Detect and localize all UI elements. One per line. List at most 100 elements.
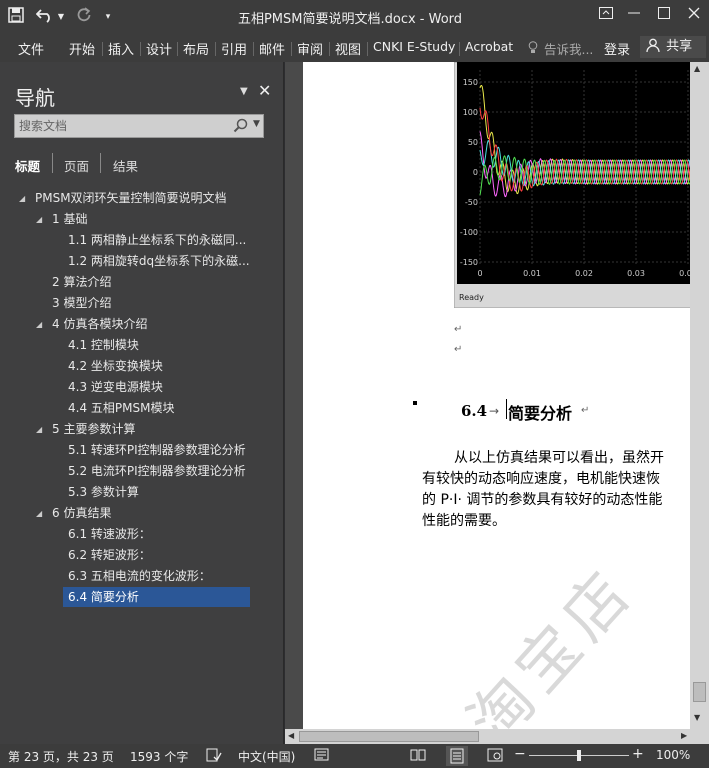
- heading-tree-item[interactable]: 5.3 参数计算: [68, 482, 139, 502]
- nav-options-icon[interactable]: ▼: [240, 86, 248, 97]
- tab-divider: [253, 42, 254, 56]
- collapse-arrow-icon[interactable]: ◢: [36, 215, 42, 224]
- zoom-level[interactable]: 100%: [656, 748, 690, 762]
- document-area: 150 100 50 0 -50 -100 -150 0 0.01 0.02 0.03 0.04 R…: [285, 62, 709, 744]
- undo-icon[interactable]: [34, 7, 56, 27]
- heading-tree-item[interactable]: 4.4 五相PMSM模块: [68, 398, 174, 418]
- proofing-icon[interactable]: [206, 748, 222, 765]
- tell-me-box[interactable]: 告诉我...: [528, 39, 593, 58]
- paragraph-mark: ↵: [454, 344, 463, 355]
- undo-dropdown-icon[interactable]: ▼: [56, 7, 66, 27]
- nav-tab-headings[interactable]: 标题: [15, 156, 40, 175]
- word-count[interactable]: 1593 个字: [130, 748, 188, 765]
- tab-divider: [177, 42, 178, 56]
- zoom-slider-thumb[interactable]: [577, 750, 581, 761]
- print-layout-icon[interactable]: [446, 746, 468, 766]
- horizontal-scroll-thumb[interactable]: [299, 731, 479, 742]
- tab-mailings[interactable]: 邮件: [259, 39, 285, 58]
- maximize-icon[interactable]: [652, 6, 676, 26]
- tab-insert[interactable]: 插入: [108, 39, 134, 58]
- scope-y-tick-label: 0: [473, 168, 478, 177]
- nav-title: 导航: [15, 86, 55, 110]
- customize-qat-icon[interactable]: ▾: [100, 7, 116, 27]
- search-dropdown-icon[interactable]: ▼: [253, 119, 260, 129]
- heading-tree-item[interactable]: 1 基础: [52, 209, 87, 229]
- scope-y-tick-label: 100: [463, 108, 478, 117]
- title-bar: ▼ ▾ 五相PMSM简要说明文档.docx - Word: [0, 0, 709, 34]
- scroll-left-icon[interactable]: ◀: [288, 731, 294, 740]
- read-mode-icon[interactable]: [410, 748, 426, 765]
- heading-tree-item[interactable]: 6.1 转速波形：: [68, 524, 151, 544]
- scope-y-tick-label: -50: [465, 198, 478, 207]
- tab-divider: [140, 42, 141, 56]
- ribbon-display-icon[interactable]: [594, 6, 618, 26]
- scroll-up-icon[interactable]: ▲: [694, 64, 700, 73]
- login-button[interactable]: 登录: [604, 39, 630, 58]
- scope-status: Ready: [459, 293, 484, 302]
- heading-tree-item[interactable]: 4.1 控制模块: [68, 335, 139, 355]
- heading-tree-item[interactable]: 3 模型介绍: [52, 293, 111, 313]
- tab-home[interactable]: 开始: [69, 39, 95, 58]
- minimize-icon[interactable]: [622, 6, 646, 26]
- heading-tree-item[interactable]: 6 仿真结果: [52, 503, 111, 523]
- macro-icon[interactable]: [314, 748, 330, 765]
- zoom-out-icon[interactable]: −: [514, 746, 526, 762]
- save-icon[interactable]: [6, 7, 26, 27]
- document-title: 五相PMSM简要说明文档.docx - Word: [237, 12, 463, 27]
- share-label: 共享: [666, 39, 693, 54]
- tab-file[interactable]: 文件: [18, 39, 44, 58]
- scope-y-tick-label: 50: [468, 138, 478, 147]
- heading-tree-item[interactable]: 2 算法介绍: [52, 272, 111, 292]
- web-layout-icon[interactable]: [487, 748, 503, 765]
- nav-tab-pages[interactable]: 页面: [64, 156, 89, 175]
- tab-divider: [459, 42, 460, 56]
- tab-review[interactable]: 审阅: [297, 39, 323, 58]
- zoom-in-icon[interactable]: +: [632, 746, 644, 762]
- collapse-arrow-icon[interactable]: ◢: [19, 194, 25, 203]
- heading-tree-item[interactable]: PMSM双闭环矢量控制简要说明文档: [35, 188, 227, 208]
- tab-acrobat[interactable]: Acrobat: [465, 39, 513, 54]
- search-input[interactable]: [19, 117, 229, 135]
- tab-layout[interactable]: 布局: [183, 39, 209, 58]
- collapse-arrow-icon[interactable]: ◢: [36, 509, 42, 518]
- heading-tree-item[interactable]: 5.1 转速环PI控制器参数理论分析: [68, 440, 246, 460]
- paragraph-mark: ↵: [454, 324, 463, 335]
- scope-x-tick-label: 0: [477, 269, 482, 278]
- heading-tree-item[interactable]: 4.3 逆变电源模块: [68, 377, 163, 397]
- heading-tree-item[interactable]: 4.2 坐标变换模块: [68, 356, 163, 376]
- heading-tree-item[interactable]: 6.2 转矩波形：: [68, 545, 151, 565]
- tab-cnki[interactable]: CNKI E-Study: [373, 39, 455, 54]
- page-count[interactable]: 第 23 页，共 23 页: [8, 748, 114, 765]
- share-button[interactable]: 共享: [640, 36, 706, 58]
- heading-tree-item[interactable]: 1.1 两相静止坐标系下的永磁同...: [68, 230, 246, 250]
- tab-design[interactable]: 设计: [146, 39, 172, 58]
- scope-figure: 150 100 50 0 -50 -100 -150 0 0.01 0.02 0.03 0.04 R…: [454, 62, 690, 308]
- search-icon[interactable]: [233, 117, 249, 135]
- heading-tree-item[interactable]: 5 主要参数计算: [52, 419, 135, 439]
- horizontal-scrollbar[interactable]: ◀ ▶: [285, 729, 709, 744]
- heading-tree-item[interactable]: 5.2 电流环PI控制器参数理论分析: [68, 461, 246, 481]
- heading-tree-item[interactable]: 4 仿真各模块介绍: [52, 314, 147, 334]
- redo-icon[interactable]: [74, 7, 94, 27]
- nav-tab-results[interactable]: 结果: [113, 156, 138, 175]
- document-page[interactable]: 150 100 50 0 -50 -100 -150 0 0.01 0.02 0.03 0.04 R…: [303, 62, 690, 729]
- vertical-scrollbar[interactable]: ▲ ▼: [690, 62, 709, 729]
- watermark-text: 淘宝店: [453, 553, 649, 729]
- tab-divider: [215, 42, 216, 56]
- scroll-right-icon[interactable]: ▶: [681, 731, 687, 740]
- tab-divider: [291, 42, 292, 56]
- navigation-pane: 导航 ▼ ✕ ▼ 标题 页面 结果 ◢ PMSM双闭环矢量控制简要说明文档 ◢ 1 基…: [0, 62, 284, 744]
- tab-references[interactable]: 引用: [221, 39, 247, 58]
- vertical-scroll-thumb[interactable]: [693, 682, 706, 702]
- language-indicator[interactable]: 中文(中国): [238, 748, 295, 765]
- heading-tree-item[interactable]: 6.4 简要分析: [63, 587, 250, 607]
- heading-tree-item[interactable]: 6.3 五相电流的变化波形：: [68, 566, 211, 586]
- collapse-arrow-icon[interactable]: ◢: [36, 320, 42, 329]
- scroll-down-icon[interactable]: ▼: [694, 713, 700, 722]
- nav-search-box[interactable]: ▼: [14, 114, 264, 138]
- tab-view[interactable]: 视图: [335, 39, 361, 58]
- collapse-arrow-icon[interactable]: ◢: [36, 425, 42, 434]
- heading-tree-item[interactable]: 1.2 两相旋转dq坐标系下的永磁...: [68, 251, 250, 271]
- nav-close-icon[interactable]: ✕: [258, 81, 271, 100]
- close-icon[interactable]: [682, 6, 706, 26]
